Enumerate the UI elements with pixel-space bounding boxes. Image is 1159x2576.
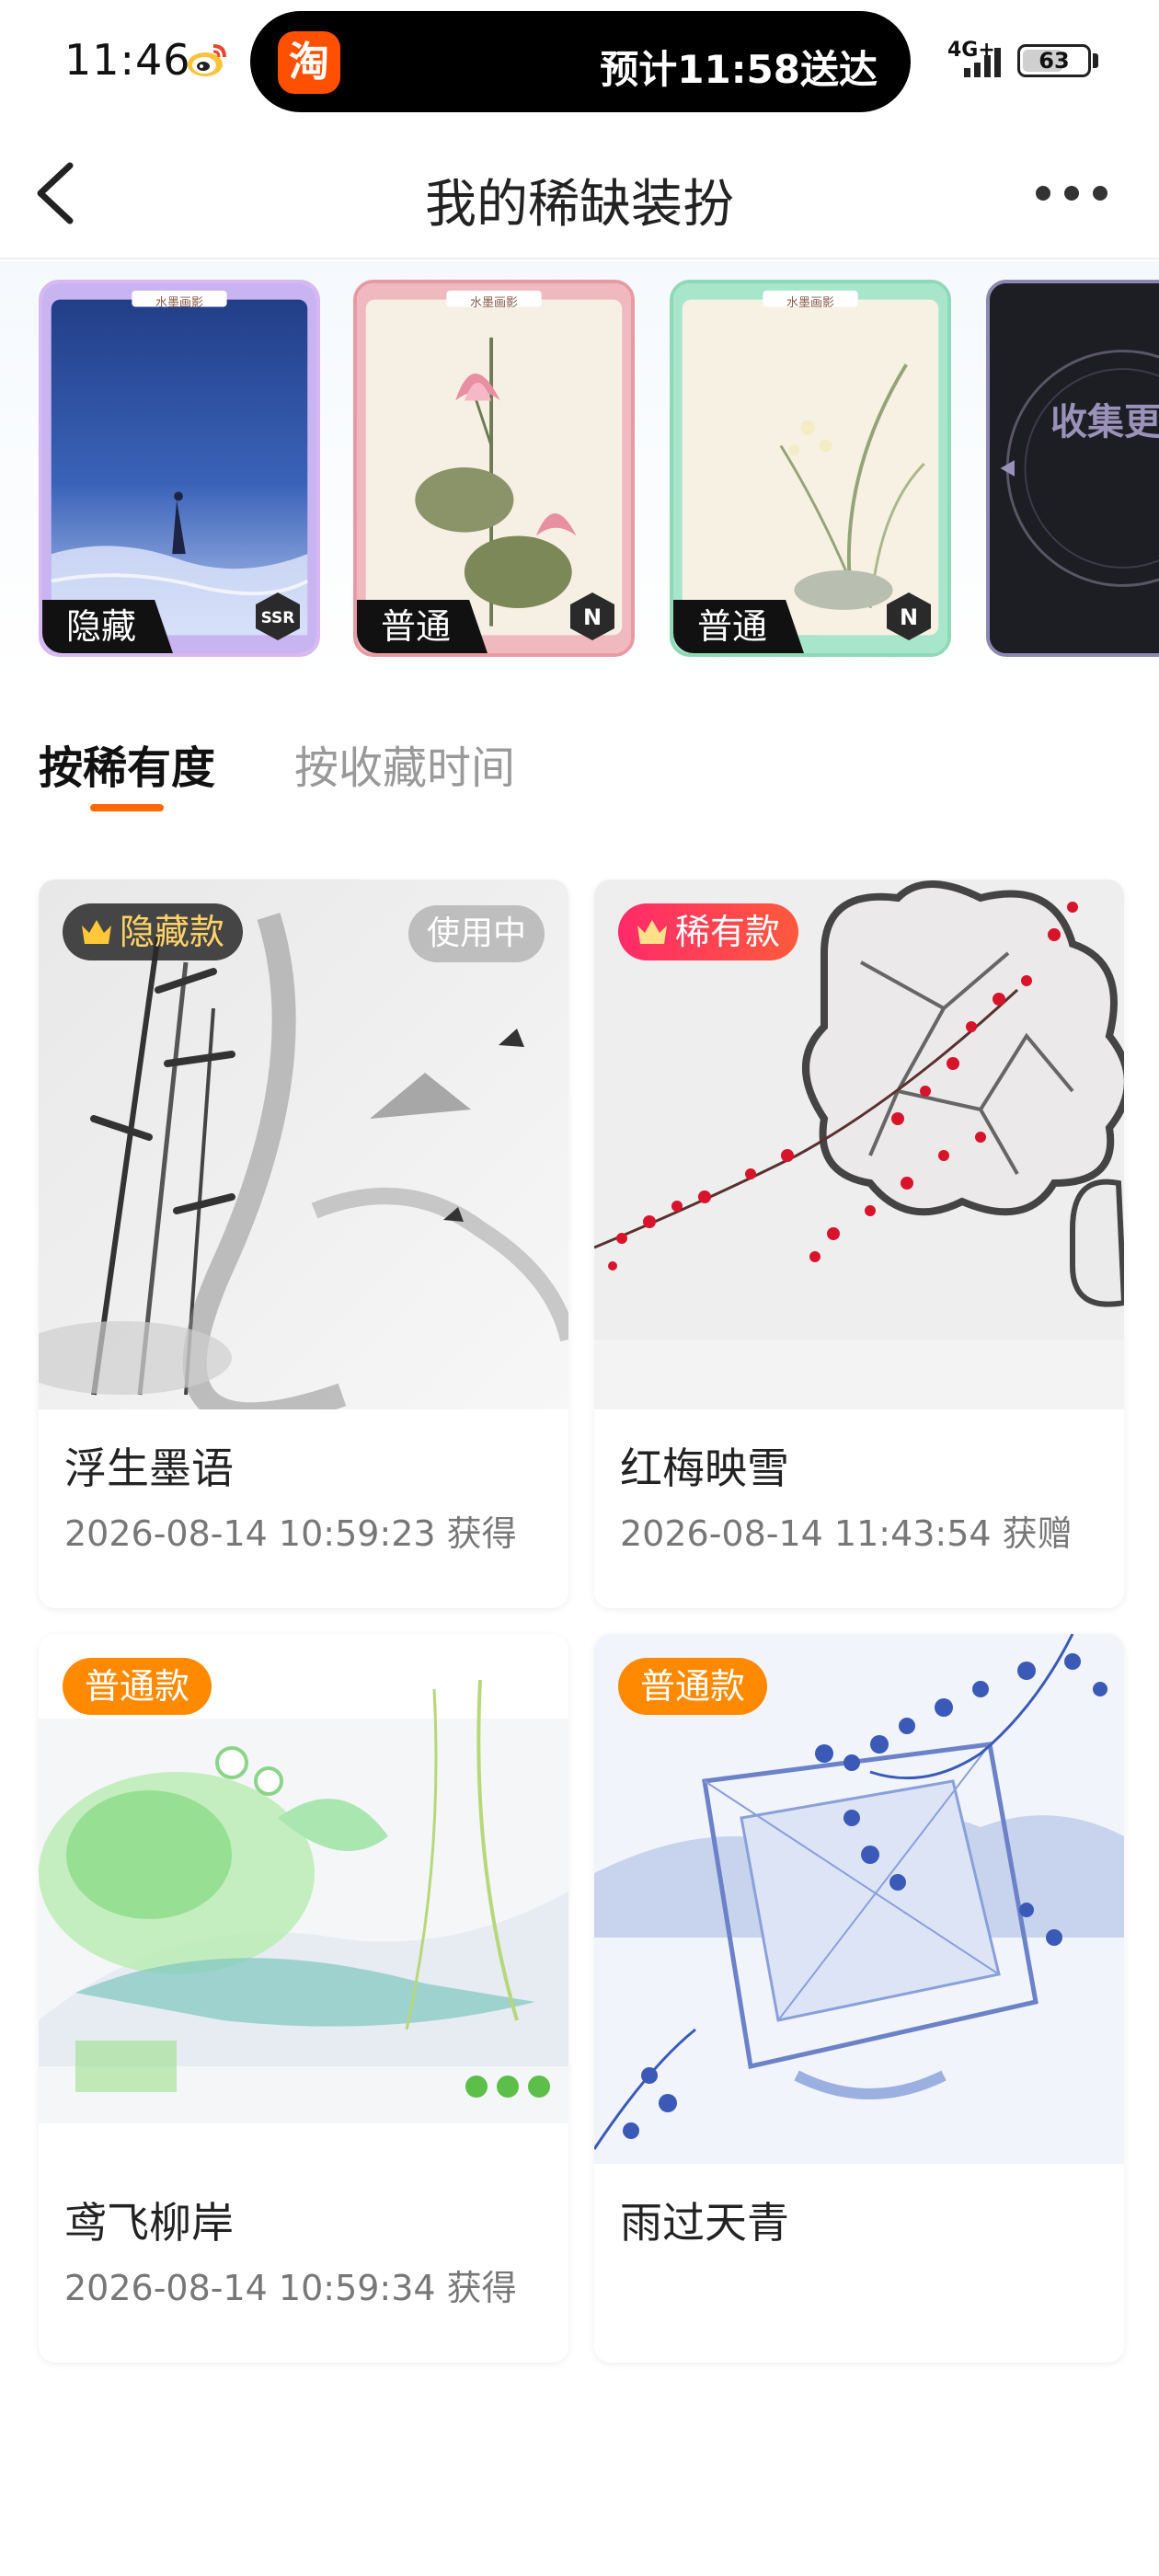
- delivery-eta-text: 预计11:58送达: [600, 47, 878, 92]
- card-acquired-time: 2026-08-14 10:59:23 获得: [64, 1513, 517, 1554]
- rarity-badge: 普通款: [618, 1658, 768, 1715]
- page-title: 我的稀缺装扮: [425, 175, 734, 235]
- dynamic-island-notification[interactable]: 淘 预计11:58送达: [250, 11, 911, 112]
- card-title: 红梅映雪: [620, 1443, 789, 1493]
- signal-icon: [964, 48, 1001, 77]
- frame-badge-text: N: [900, 604, 918, 630]
- frame-item[interactable]: 水墨画影 普通 N: [353, 280, 635, 657]
- card-title: 浮生墨语: [64, 1443, 234, 1493]
- decoration-card[interactable]: 普通款 雨过天青: [594, 1634, 1124, 2363]
- status-bar: 11:46 淘 预计11:58送达 4G+ 63: [0, 0, 1159, 121]
- rarity-label: 稀有款: [675, 912, 781, 952]
- rarity-badge: 隐藏款: [63, 903, 244, 960]
- card-acquired-time: 2026-08-14 11:43:54 获赠: [620, 1513, 1073, 1554]
- card-title: 鸢飞柳岸: [64, 2198, 234, 2248]
- frame-badge-text: N: [583, 604, 602, 630]
- active-tab-indicator: [90, 804, 164, 811]
- battery-tip: [1093, 53, 1098, 68]
- frame-badge-text: SSR: [261, 609, 295, 627]
- n-badge-icon: N: [883, 591, 935, 642]
- collect-more-frame[interactable]: [986, 280, 1159, 657]
- frame-header-label: 水墨画影: [469, 296, 518, 310]
- rarity-badge: 普通款: [63, 1658, 212, 1715]
- more-dots-icon[interactable]: [1030, 177, 1113, 210]
- card-title: 雨过天青: [620, 2198, 789, 2248]
- ssr-badge-icon: SSR: [252, 591, 304, 642]
- frame-rarity-tag: 普通: [673, 600, 804, 653]
- collect-more-artwork: [990, 283, 1159, 653]
- tab-sort-by-rarity[interactable]: 按稀有度: [39, 731, 215, 796]
- frame-header-label: 水墨画影: [155, 296, 203, 310]
- frame-carousel[interactable]: 水墨画影 隐藏 SSR 水墨画影 普通 N 水墨画影 普通 N 收集更: [0, 261, 1159, 684]
- taobao-app-icon: 淘: [278, 31, 340, 94]
- crown-icon: [637, 920, 667, 944]
- n-badge-icon: N: [567, 591, 618, 642]
- frame-item[interactable]: 水墨画影 普通 N: [670, 280, 951, 657]
- battery-icon: 63: [1017, 44, 1091, 77]
- crown-icon: [82, 920, 111, 944]
- frame-header-label: 水墨画影: [786, 296, 834, 310]
- collect-more-label[interactable]: 收集更: [1050, 392, 1159, 445]
- decoration-card[interactable]: 普通款 鸢飞柳岸 2026-08-14 10:59:34 获得: [39, 1634, 568, 2363]
- decoration-card[interactable]: 稀有款 红梅映雪 2026-08-14 11:43:54 获赠: [594, 880, 1124, 1608]
- frame-rarity-tag: 普通: [357, 600, 488, 653]
- battery-percent: 63: [1039, 48, 1070, 74]
- tab-sort-by-time[interactable]: 按收藏时间: [294, 731, 515, 796]
- nav-bar: 我的稀缺装扮: [0, 121, 1159, 259]
- frame-item[interactable]: 水墨画影 隐藏 SSR: [39, 280, 320, 657]
- rarity-label: 隐藏款: [120, 912, 225, 952]
- status-time: 11:46: [64, 35, 191, 85]
- in-use-badge: 使用中: [407, 905, 545, 962]
- frame-rarity-tag: 隐藏: [42, 600, 173, 653]
- decoration-card[interactable]: 隐藏款 使用中 浮生墨语 2026-08-14 10:59:23 获得: [39, 880, 568, 1608]
- rarity-badge: 稀有款: [618, 903, 799, 960]
- card-acquired-time: 2026-08-14 10:59:34 获得: [64, 2268, 517, 2308]
- weibo-icon: [188, 44, 226, 76]
